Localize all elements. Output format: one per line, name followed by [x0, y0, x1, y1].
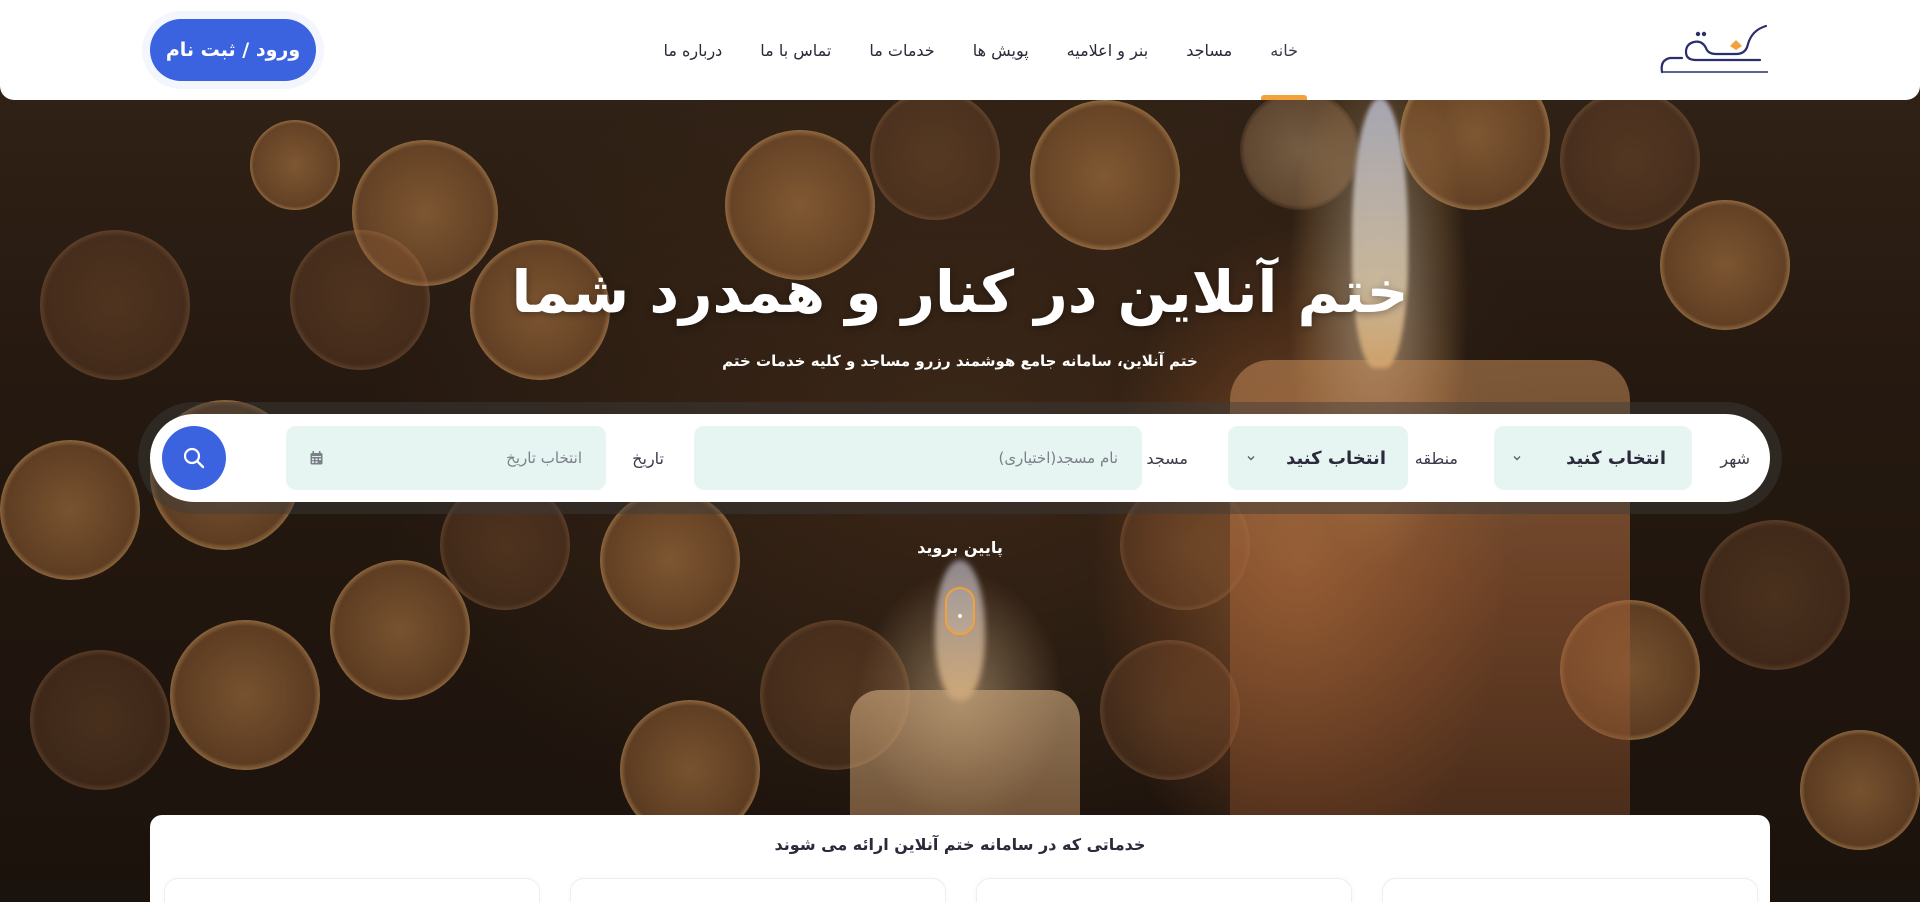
city-select-value: انتخاب کنید [1566, 447, 1666, 469]
nav-item-banners[interactable]: بنر و اعلامیه [1067, 0, 1149, 100]
site-header: خانه مساجد بنر و اعلامیه پویش ها خدمات م… [0, 0, 1920, 100]
nav-item-about[interactable]: درباره ما [663, 0, 722, 100]
login-register-button[interactable]: ورود / ثبت نام [150, 19, 316, 81]
nav-item-campaigns[interactable]: پویش ها [973, 0, 1029, 100]
mosque-name-input[interactable]: نام مسجد(اختیاری) [694, 426, 1142, 490]
date-placeholder: انتخاب تاریخ [506, 449, 582, 467]
khatm-logo-icon[interactable] [1656, 20, 1772, 80]
city-label: شهر [1720, 448, 1750, 468]
search-button[interactable] [162, 426, 226, 490]
services-section: خدماتی که در سامانه ختم آنلاین ارائه می … [150, 815, 1770, 902]
scroll-down-label[interactable]: پایین بروید [0, 538, 1920, 557]
region-label: منطقه [1414, 448, 1458, 468]
main-nav: خانه مساجد بنر و اعلامیه پویش ها خدمات م… [663, 0, 1298, 100]
chevron-down-icon [1513, 456, 1521, 461]
hero-subtitle: ختم آنلاین، سامانه جامع هوشمند رزرو مساج… [722, 352, 1198, 370]
nav-item-services[interactable]: خدمات ما [869, 0, 934, 100]
date-picker-input[interactable]: انتخاب تاریخ [286, 426, 606, 490]
nav-item-home[interactable]: خانه [1270, 0, 1298, 100]
scroll-mouse-wheel [958, 614, 962, 618]
hero-title: ختم آنلاین در کنار و همدرد شما [511, 258, 1409, 326]
scroll-mouse-icon[interactable] [945, 587, 975, 635]
city-select[interactable]: انتخاب کنید [1494, 426, 1692, 490]
calendar-icon [310, 451, 323, 465]
date-label: تاریخ [632, 448, 664, 468]
search-icon [183, 447, 205, 469]
chevron-down-icon [1247, 456, 1255, 461]
nav-item-mosques[interactable]: مساجد [1186, 0, 1232, 100]
service-card[interactable] [976, 878, 1352, 902]
mosque-name-placeholder: نام مسجد(اختیاری) [998, 449, 1118, 467]
search-bar: شهر انتخاب کنید منطقه انتخاب کنید مسجد ن… [150, 414, 1770, 502]
region-select[interactable]: انتخاب کنید [1228, 426, 1408, 490]
nav-item-contact[interactable]: تماس با ما [760, 0, 831, 100]
service-card[interactable] [570, 878, 946, 902]
mosque-label: مسجد [1146, 448, 1188, 468]
region-select-value: انتخاب کنید [1286, 447, 1386, 469]
services-title: خدماتی که در سامانه ختم آنلاین ارائه می … [774, 835, 1146, 854]
service-card[interactable] [164, 878, 540, 902]
service-card[interactable] [1382, 878, 1758, 902]
